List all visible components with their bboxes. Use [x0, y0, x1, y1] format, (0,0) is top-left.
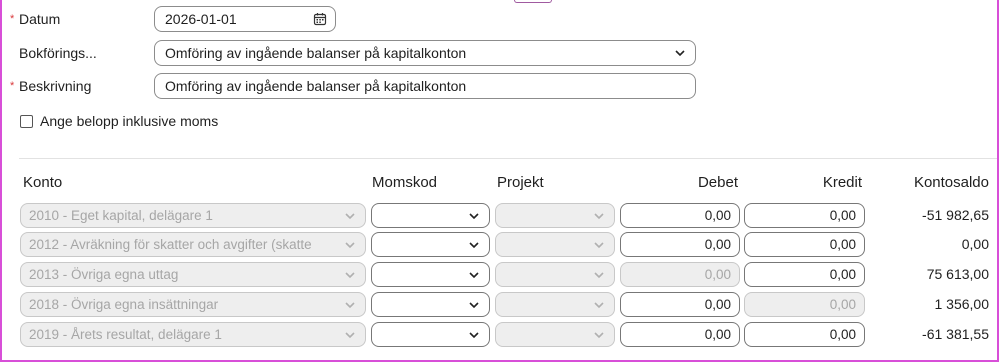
momskod-select[interactable]	[371, 262, 490, 287]
chevron-down-icon	[469, 213, 479, 220]
debet-input[interactable]: 0,00	[620, 322, 740, 347]
chevron-down-icon	[345, 272, 355, 279]
column-header-debet: Debet	[697, 174, 738, 191]
kontosaldo-value: -51 982,65	[922, 207, 989, 223]
chevron-down-icon	[675, 50, 685, 57]
chevron-down-icon	[469, 272, 479, 279]
konto-value: 2018 - Övriga egna insättningar	[29, 297, 219, 312]
projekt-select[interactable]	[495, 203, 615, 228]
column-header-konto: Konto	[23, 174, 63, 191]
momskod-select[interactable]	[371, 203, 490, 228]
kredit-input[interactable]: 0,00	[744, 203, 865, 228]
chevron-down-icon	[594, 272, 604, 279]
beskrivning-input[interactable]: Omföring av ingående balanser på kapital…	[154, 73, 696, 99]
bokforing-select[interactable]: Omföring av ingående balanser på kapital…	[154, 40, 696, 66]
bokforing-label: Bokförings...	[19, 45, 97, 61]
debet-input[interactable]: 0,00	[620, 292, 740, 317]
projekt-select[interactable]	[495, 232, 615, 257]
kredit-input[interactable]: 0,00	[744, 292, 865, 317]
konto-value: 2013 - Övriga egna uttag	[29, 267, 179, 282]
chevron-down-icon	[594, 302, 604, 309]
column-header-kontosaldo: Kontosaldo	[913, 174, 989, 191]
debet-input[interactable]: 0,00	[620, 262, 740, 287]
section-divider	[19, 158, 997, 159]
beskrivning-label: Beskrivning	[19, 78, 92, 94]
chevron-down-icon	[345, 332, 355, 339]
beskrivning-value: Omföring av ingående balanser på kapital…	[165, 78, 467, 94]
projekt-select[interactable]	[495, 262, 615, 287]
kredit-input[interactable]: 0,00	[744, 322, 865, 347]
top-tab-handle	[514, 0, 552, 3]
moms-checkbox[interactable]	[20, 115, 33, 128]
momskod-select[interactable]	[371, 322, 490, 347]
chevron-down-icon	[345, 242, 355, 249]
kredit-input[interactable]: 0,00	[744, 262, 865, 287]
chevron-down-icon	[469, 242, 479, 249]
kontosaldo-value: 75 613,00	[926, 266, 989, 282]
projekt-select[interactable]	[495, 322, 615, 347]
bokforing-value: Omföring av ingående balanser på kapital…	[165, 45, 467, 61]
chevron-down-icon	[345, 213, 355, 220]
column-header-kredit: Kredit	[822, 174, 862, 191]
konto-select[interactable]: 2012 - Avräkning för skatter och avgifte…	[20, 232, 366, 257]
datum-label: Datum	[19, 11, 61, 27]
konto-select[interactable]: 2013 - Övriga egna uttag	[20, 262, 366, 287]
chevron-down-icon	[594, 213, 604, 220]
momskod-select[interactable]	[371, 232, 490, 257]
chevron-down-icon	[345, 302, 355, 309]
required-marker: *	[10, 13, 15, 25]
required-marker: *	[10, 80, 15, 92]
momskod-select[interactable]	[371, 292, 490, 317]
konto-value: 2012 - Avräkning för skatter och avgifte…	[29, 237, 312, 252]
konto-select[interactable]: 2010 - Eget kapital, delägare 1	[20, 203, 366, 228]
kontosaldo-value: 0,00	[961, 236, 989, 252]
konto-value: 2010 - Eget kapital, delägare 1	[29, 208, 213, 223]
konto-select[interactable]: 2018 - Övriga egna insättningar	[20, 292, 366, 317]
debet-input[interactable]: 0,00	[620, 203, 740, 228]
kredit-input[interactable]: 0,00	[744, 232, 865, 257]
datum-field[interactable]: 2026-01-01	[154, 6, 336, 32]
column-header-projekt: Projekt	[497, 174, 544, 191]
kontosaldo-value: -61 381,55	[922, 326, 989, 342]
chevron-down-icon	[594, 332, 604, 339]
calendar-icon[interactable]	[313, 12, 327, 26]
moms-checkbox-label: Ange belopp inklusive moms	[40, 113, 219, 129]
chevron-down-icon	[469, 302, 479, 309]
chevron-down-icon	[594, 242, 604, 249]
konto-value: 2019 - Årets resultat, delägare 1	[29, 327, 222, 342]
kontosaldo-value: 1 356,00	[934, 296, 990, 312]
chevron-down-icon	[469, 332, 479, 339]
projekt-select[interactable]	[495, 292, 615, 317]
konto-select[interactable]: 2019 - Årets resultat, delägare 1	[20, 322, 366, 347]
datum-value: 2026-01-01	[165, 11, 237, 27]
debet-input[interactable]: 0,00	[620, 232, 740, 257]
column-header-momskod: Momskod	[372, 174, 438, 191]
